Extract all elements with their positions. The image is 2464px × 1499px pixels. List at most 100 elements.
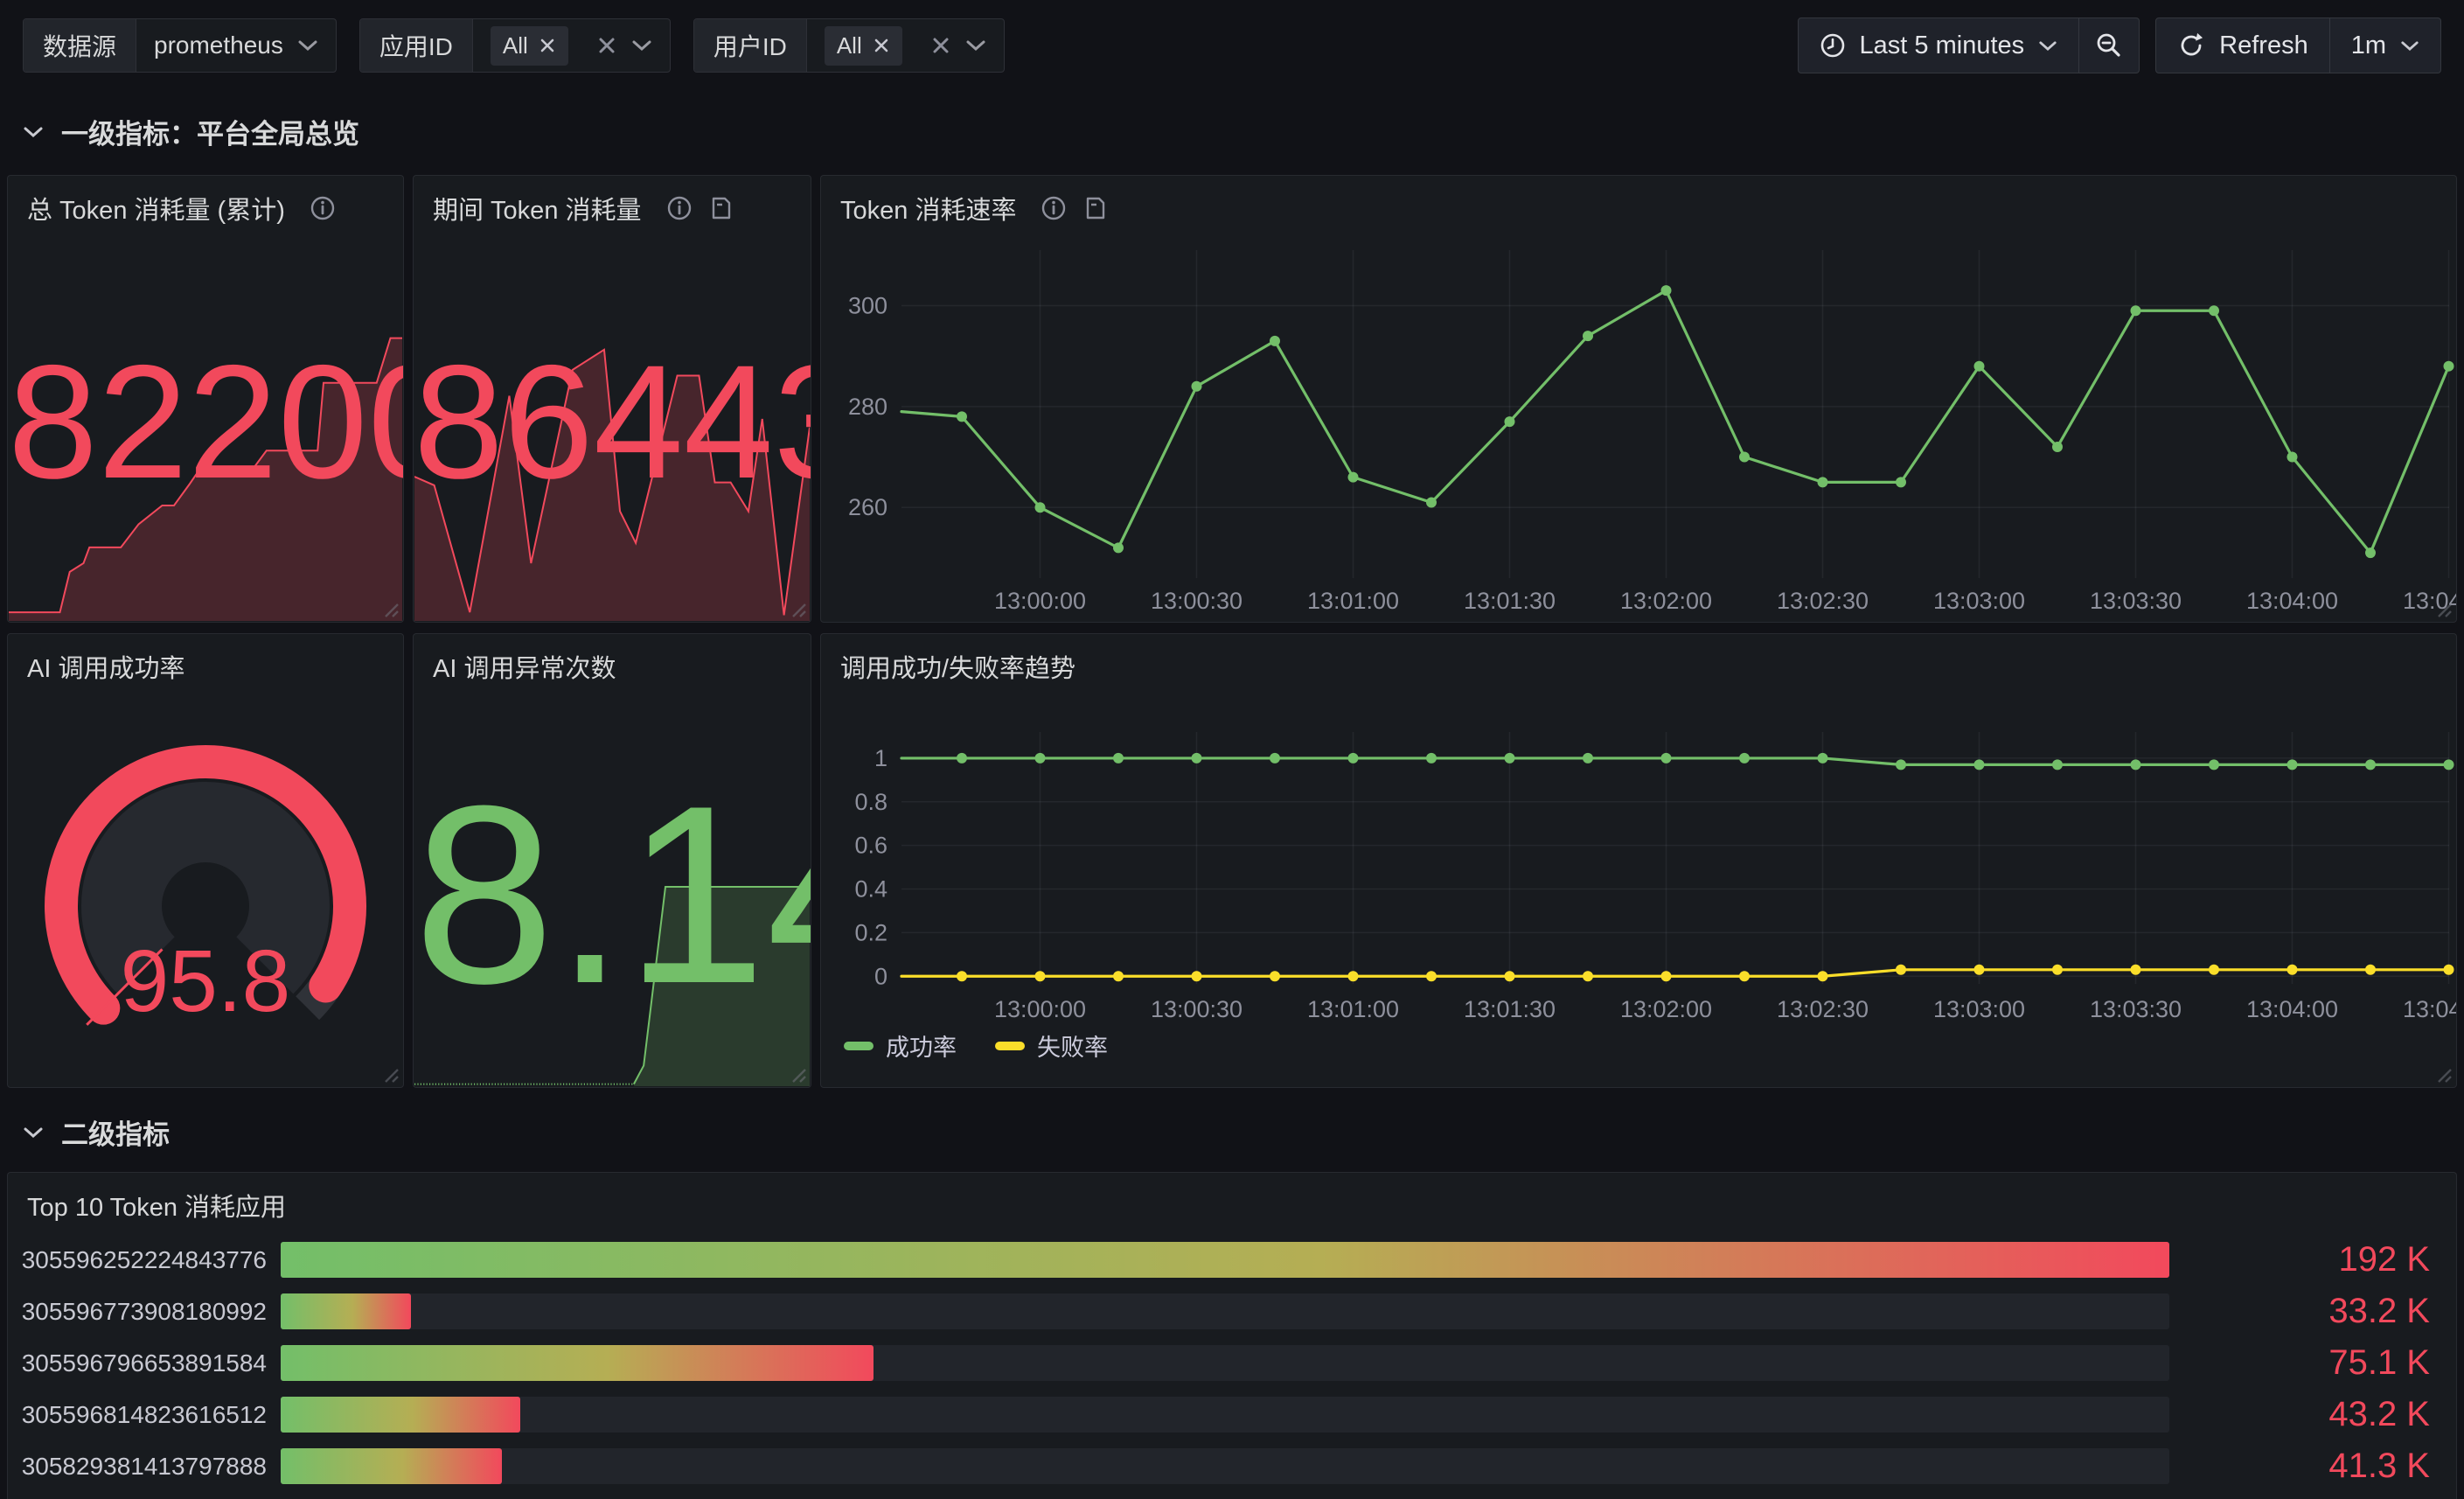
svg-text:95.8: 95.8 <box>121 932 291 1030</box>
svg-text:13:04:30: 13:04:30 <box>2403 996 2456 1022</box>
info-icon[interactable] <box>310 195 336 221</box>
svg-text:13:03:30: 13:03:30 <box>2090 996 2182 1022</box>
panel-period-tokens[interactable]: 期间 Token 消耗量 86443 <box>413 175 811 623</box>
filter-user-id-label: 用户ID <box>694 19 807 72</box>
top10-bar-track <box>281 1293 2169 1329</box>
total-tokens-value: 822005 <box>8 342 403 504</box>
refresh-interval: 1m <box>2351 31 2386 60</box>
panel-resize-handle[interactable] <box>380 1064 400 1084</box>
svg-text:13:02:00: 13:02:00 <box>1620 996 1712 1022</box>
time-range-label: Last 5 minutes <box>1860 31 2025 60</box>
clear-filter-icon[interactable] <box>596 35 617 56</box>
top10-row-label: 305596796653891584 <box>8 1337 267 1389</box>
error-count-value: 8.14 <box>414 768 811 1021</box>
svg-text:300: 300 <box>848 292 887 318</box>
panel-success-fail-trend[interactable]: 调用成功/失败率趋势 13:00:0013:00:3013:01:0013:01… <box>820 633 2457 1088</box>
legend-item-success[interactable]: 成功率 <box>844 1028 957 1063</box>
panel-header[interactable]: 调用成功/失败率趋势 <box>821 634 2456 699</box>
svg-text:13:03:00: 13:03:00 <box>1933 588 2025 614</box>
legend-swatch-green <box>844 1042 874 1050</box>
panel-error-count[interactable]: AI 调用异常次数 8.14 <box>413 633 811 1088</box>
top10-row-value: 41.3 K <box>2328 1440 2430 1492</box>
top10-row-label <box>8 1492 267 1499</box>
svg-text:0.2: 0.2 <box>854 919 887 945</box>
panel-token-rate[interactable]: Token 消耗速率 13:00:0013:00:3013:01:0013:01… <box>820 175 2457 623</box>
filter-app-id[interactable]: 应用ID All <box>359 18 671 73</box>
top10-row-label: 305829381413797888 <box>8 1440 267 1492</box>
refresh-icon <box>2177 31 2205 59</box>
panel-header[interactable]: 期间 Token 消耗量 <box>414 176 811 241</box>
panel-resize-handle[interactable] <box>788 599 807 618</box>
panel-total-tokens[interactable]: 总 Token 消耗量 (累计) 822005 <box>7 175 404 623</box>
time-range-picker[interactable]: Last 5 minutes <box>1798 17 2080 73</box>
top10-bar <box>281 1397 520 1433</box>
panel-header[interactable]: 总 Token 消耗量 (累计) <box>8 176 403 241</box>
zoom-out-time-button[interactable] <box>2079 17 2140 73</box>
svg-text:13:03:00: 13:03:00 <box>1933 996 2025 1022</box>
section-title: 二级指标 <box>61 1112 170 1152</box>
panel-title: 期间 Token 消耗量 <box>433 190 642 227</box>
top10-row[interactable]: 305596796653891584 75.1 K <box>8 1337 2456 1389</box>
panel-resize-handle[interactable] <box>788 1064 807 1084</box>
panel-resize-handle[interactable] <box>380 599 400 618</box>
refresh-label: Refresh <box>2219 31 2308 60</box>
top10-bar-track <box>281 1397 2169 1433</box>
top10-row[interactable] <box>8 1492 2456 1499</box>
panel-links-icon[interactable] <box>708 195 734 221</box>
refresh-interval-picker[interactable]: 1m <box>2330 17 2441 73</box>
panel-header[interactable]: Top 10 Token 消耗应用 <box>8 1173 2456 1238</box>
top10-row[interactable]: 30559681482361651243.2 K <box>8 1389 2456 1440</box>
panel-header[interactable]: Token 消耗速率 <box>821 176 2456 241</box>
remove-chip-icon[interactable] <box>873 37 890 54</box>
top10-row[interactable]: 305829381413797888 41.3 K <box>8 1440 2456 1492</box>
panel-title: AI 调用成功率 <box>27 648 184 685</box>
magnifier-minus-icon <box>2095 31 2123 59</box>
info-icon[interactable] <box>1041 195 1067 221</box>
panel-title: Token 消耗速率 <box>840 190 1016 227</box>
chevron-down-icon <box>297 39 318 52</box>
top10-row[interactable]: 305596252224843776192 K <box>8 1234 2456 1286</box>
success-fail-trend-chart[interactable]: 13:00:0013:00:3013:01:0013:01:3013:02:00… <box>821 634 2456 1087</box>
top10-row-value: 192 K <box>2338 1234 2430 1286</box>
top10-row-value: 75.1 K <box>2328 1337 2430 1389</box>
remove-chip-icon[interactable] <box>539 37 556 54</box>
top10-bar-track <box>281 1448 2169 1484</box>
datasource-value[interactable]: prometheus <box>154 31 283 59</box>
panel-links-icon[interactable] <box>1082 195 1109 221</box>
svg-text:260: 260 <box>848 494 887 520</box>
info-icon[interactable] <box>666 195 693 221</box>
svg-text:13:00:00: 13:00:00 <box>994 996 1086 1022</box>
panel-top10-token-apps[interactable]: Top 10 Token 消耗应用 305596252224843776192 … <box>7 1172 2457 1499</box>
filter-user-id[interactable]: 用户ID All <box>693 18 1005 73</box>
row-toggle-primary-metrics[interactable]: 一级指标：平台全局总览 <box>23 112 359 151</box>
legend-item-fail[interactable]: 失败率 <box>995 1028 1108 1063</box>
filter-value-chip[interactable]: All <box>825 26 902 66</box>
panel-title: AI 调用异常次数 <box>433 648 616 685</box>
top10-bar <box>281 1293 411 1329</box>
panel-header[interactable]: AI 调用成功率 <box>8 634 403 699</box>
refresh-button[interactable]: Refresh <box>2155 17 2330 73</box>
chevron-down-icon[interactable] <box>965 39 986 52</box>
svg-text:13:00:00: 13:00:00 <box>994 588 1086 614</box>
datasource-picker[interactable]: 数据源 prometheus <box>23 18 337 73</box>
svg-text:13:04:00: 13:04:00 <box>2246 996 2338 1022</box>
panel-resize-handle[interactable] <box>2433 599 2453 618</box>
row-toggle-secondary-metrics[interactable]: 二级指标 <box>23 1112 170 1152</box>
svg-text:1: 1 <box>874 745 887 771</box>
panel-title: 调用成功/失败率趋势 <box>840 648 1075 685</box>
dashboard-toolbar: 数据源 prometheus 应用ID All 用户ID <box>0 0 2464 91</box>
chevron-down-icon <box>23 1126 44 1140</box>
panel-header[interactable]: AI 调用异常次数 <box>414 634 811 699</box>
svg-text:13:01:30: 13:01:30 <box>1464 996 1556 1022</box>
panel-resize-handle[interactable] <box>2433 1064 2453 1084</box>
top10-row-value: 43.2 K <box>2328 1389 2430 1440</box>
svg-text:13:00:30: 13:00:30 <box>1151 588 1242 614</box>
top10-row[interactable]: 30559677390818099233.2 K <box>8 1286 2456 1337</box>
panel-success-rate-gauge[interactable]: AI 调用成功率 95.8 <box>7 633 404 1088</box>
svg-text:13:01:00: 13:01:00 <box>1307 996 1399 1022</box>
token-rate-chart[interactable]: 13:00:0013:00:3013:01:0013:01:3013:02:00… <box>821 176 2456 622</box>
filter-value-chip[interactable]: All <box>491 26 568 66</box>
top10-row-label: 305596773908180992 <box>8 1286 267 1337</box>
chevron-down-icon[interactable] <box>631 39 652 52</box>
clear-filter-icon[interactable] <box>930 35 951 56</box>
